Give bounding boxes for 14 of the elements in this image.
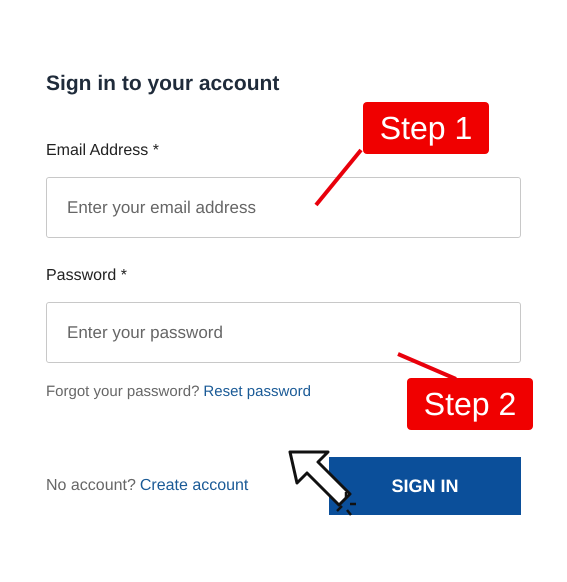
- forgot-text: Forgot your password?: [46, 382, 200, 402]
- field-label: Email Address *: [46, 141, 160, 161]
- input-field[interactable]: Enter your password: [46, 302, 521, 363]
- input-field[interactable]: Enter your email address: [46, 177, 521, 238]
- field-label: Password *: [46, 266, 128, 286]
- reset-password-link[interactable]: Reset password: [203, 382, 311, 402]
- step-callout: Step 1: [363, 102, 489, 154]
- leader-line: [397, 352, 457, 381]
- step-callout: Step 2: [407, 378, 533, 430]
- form-title: Sign in to your account: [46, 71, 280, 97]
- no-account-text: No account?: [46, 477, 136, 495]
- leader-line: [314, 148, 363, 206]
- cursor-icon: [288, 450, 356, 516]
- create-account-link[interactable]: Create account: [140, 477, 248, 495]
